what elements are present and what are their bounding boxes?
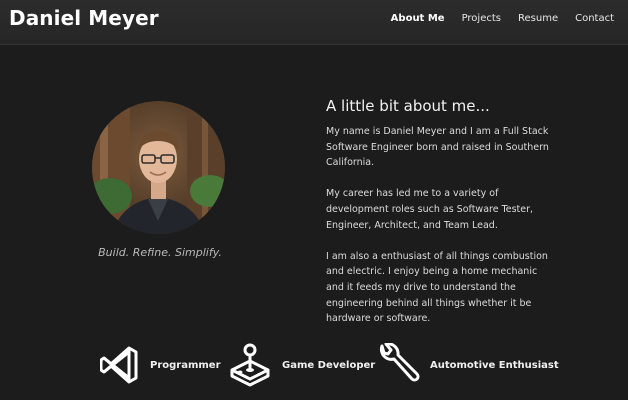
skill-label: Automotive Enthusiast — [430, 359, 559, 371]
main-nav: About Me Projects Resume Contact — [391, 13, 614, 24]
skill-label: Game Developer — [282, 359, 376, 371]
about-heading: A little bit about me... — [326, 97, 490, 115]
skill-label: Programmer — [150, 359, 221, 371]
site-brand[interactable]: Daniel Meyer — [9, 6, 159, 30]
profile-tagline: Build. Refine. Simplify. — [98, 246, 222, 259]
skill-automotive-enthusiast: Automotive Enthusiast — [376, 343, 559, 387]
nav-link-contact[interactable]: Contact — [575, 13, 614, 24]
nav-link-about-me[interactable]: About Me — [391, 13, 445, 24]
profile-photo — [92, 101, 225, 234]
site-header: Daniel Meyer About Me Projects Resume Co… — [0, 0, 628, 45]
wrench-icon — [376, 343, 420, 387]
about-text: My name is Daniel Meyer and I am a Full … — [326, 124, 556, 342]
joystick-icon — [228, 343, 272, 387]
vscode-icon — [100, 345, 140, 385]
nav-link-projects[interactable]: Projects — [462, 13, 501, 24]
skill-game-developer: Game Developer — [228, 343, 375, 387]
about-paragraph: My name is Daniel Meyer and I am a Full … — [326, 126, 549, 169]
about-paragraph: My career has led me to a variety of dev… — [326, 188, 534, 231]
nav-link-resume[interactable]: Resume — [518, 13, 558, 24]
skill-programmer: Programmer — [100, 343, 221, 387]
profile-photo-image — [92, 101, 225, 234]
about-paragraph: I am also a enthusiast of all things com… — [326, 250, 548, 325]
skills-row: Programmer Game Developer Automotive Ent… — [0, 343, 628, 387]
